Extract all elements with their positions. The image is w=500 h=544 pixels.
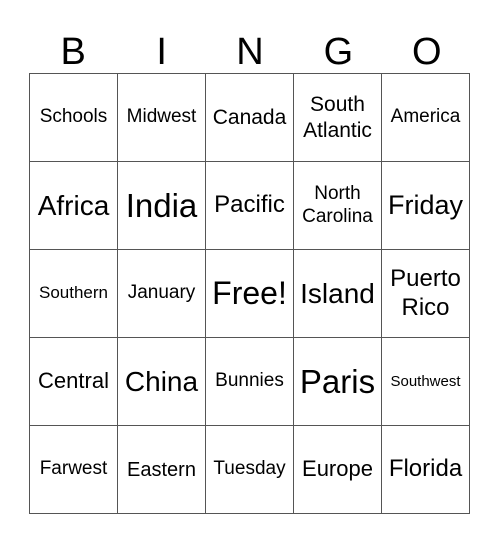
header-letter-i: I	[156, 31, 167, 73]
bingo-cell[interactable]: North Carolina	[293, 161, 382, 250]
bingo-cell[interactable]: Southern	[29, 249, 118, 338]
bingo-cell[interactable]: America	[381, 73, 470, 162]
header-letter-o: O	[412, 31, 442, 73]
card-row: Africa India Pacific North Carolina Friday	[29, 161, 470, 250]
bingo-header: B I N G O	[29, 30, 471, 73]
bingo-cell[interactable]: Friday	[381, 161, 470, 250]
bingo-cell[interactable]: Florida	[381, 425, 470, 514]
bingo-cell[interactable]: January	[117, 249, 206, 338]
bingo-cell[interactable]: Tuesday	[205, 425, 294, 514]
bingo-cell[interactable]: Puerto Rico	[381, 249, 470, 338]
header-letter-g: G	[323, 31, 354, 73]
bingo-cell[interactable]: Bunnies	[205, 337, 294, 426]
card-row: Schools Midwest Canada South Atlantic Americ…	[29, 73, 470, 162]
bingo-cell[interactable]: Farwest	[29, 425, 118, 514]
bingo-cell[interactable]: South Atlantic	[293, 73, 382, 162]
free-space-cell[interactable]: Free!	[205, 249, 294, 338]
bingo-cell[interactable]: Canada	[205, 73, 294, 162]
bingo-cell[interactable]: Paris	[293, 337, 382, 426]
card-row: Central China Bunnies Paris Southwest	[29, 337, 470, 426]
card-row: Farwest Eastern Tuesday Europe Florida	[29, 425, 470, 514]
bingo-cell[interactable]: India	[117, 161, 206, 250]
bingo-cell[interactable]: Africa	[29, 161, 118, 250]
bingo-cell[interactable]: Pacific	[205, 161, 294, 250]
header-letter-b: B	[60, 31, 86, 73]
bingo-cell[interactable]: Midwest	[117, 73, 206, 162]
bingo-cell[interactable]: Central	[29, 337, 118, 426]
bingo-cell[interactable]: Island	[293, 249, 382, 338]
card-row: Southern January Free! Island Puerto Rico	[29, 249, 470, 338]
bingo-cell[interactable]: China	[117, 337, 206, 426]
header-letter-n: N	[236, 31, 264, 73]
bingo-cell[interactable]: Europe	[293, 425, 382, 514]
bingo-cell[interactable]: Eastern	[117, 425, 206, 514]
bingo-cell[interactable]: Schools	[29, 73, 118, 162]
bingo-cell[interactable]: Southwest	[381, 337, 470, 426]
bingo-card: Schools Midwest Canada South Atlantic Americ…	[29, 73, 470, 514]
